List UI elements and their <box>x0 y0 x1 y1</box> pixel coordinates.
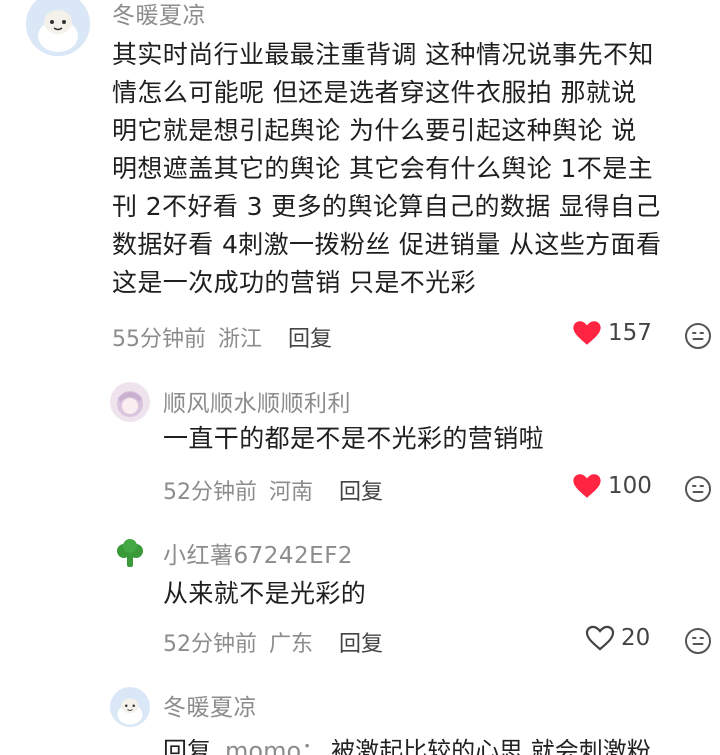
avatar-image-icon <box>26 0 90 56</box>
heart-outline-icon <box>585 625 615 651</box>
reply-location: 广东 <box>269 632 314 657</box>
reply-body: 被激起比较的心思 就会刺激粉 <box>331 737 651 755</box>
emoji-react-button[interactable] <box>684 322 712 350</box>
emoji-react-button[interactable] <box>684 627 712 655</box>
reply-username[interactable]: 小红薯67242EF2 <box>163 536 353 570</box>
reply-button[interactable]: 回复 <box>339 626 383 658</box>
reply-username[interactable]: 冬暖夏凉 <box>163 688 257 722</box>
comment-meta: 55分钟前 浙江 回复 <box>112 321 332 353</box>
reply-username[interactable]: 顺风顺水顺顺利利 <box>163 384 351 418</box>
reply-button[interactable]: 回复 <box>339 474 383 506</box>
like-count: 20 <box>621 625 651 651</box>
avatar-image-icon <box>110 382 150 422</box>
avatar[interactable] <box>110 687 150 727</box>
comment-username[interactable]: 冬暖夏凉 <box>112 0 206 30</box>
reply-location: 河南 <box>269 480 314 505</box>
reply-prefix: 回复 <box>163 737 211 755</box>
avatar-image-icon <box>110 687 150 727</box>
like-count: 100 <box>608 473 652 499</box>
like-button[interactable]: 157 <box>572 320 652 346</box>
comment-location: 浙江 <box>218 327 263 352</box>
broccoli-avatar-icon <box>112 537 148 573</box>
comment-text: 其实时尚行业最最注重背调 这种情况说事先不知 情怎么可能呢 但还是选者穿这件衣服… <box>112 40 662 297</box>
avatar[interactable] <box>26 0 90 56</box>
like-count: 157 <box>608 320 652 346</box>
reply-text: 回复 momo： 被激起比较的心思 就会刺激粉 <box>163 731 651 755</box>
reply-time: 52分钟前 <box>163 632 257 657</box>
reply-to-user[interactable]: momo： <box>225 737 325 755</box>
reply-meta: 52分钟前 广东 回复 <box>163 626 383 658</box>
reply-time: 52分钟前 <box>163 480 257 505</box>
avatar[interactable] <box>110 382 150 422</box>
like-button[interactable]: 100 <box>572 473 652 499</box>
avatar[interactable] <box>112 537 148 573</box>
heart-filled-icon <box>573 321 601 345</box>
smiley-icon <box>685 323 711 349</box>
heart-filled-icon <box>573 474 601 498</box>
reply-meta: 52分钟前 河南 回复 <box>163 474 383 506</box>
like-button[interactable]: 20 <box>585 625 650 651</box>
emoji-react-button[interactable] <box>684 475 712 503</box>
smiley-icon <box>685 476 711 502</box>
reply-button[interactable]: 回复 <box>288 321 332 353</box>
reply-text: 从来就不是光彩的 <box>163 579 367 608</box>
smiley-icon <box>685 628 711 654</box>
comment-time: 55分钟前 <box>112 327 206 352</box>
reply-text: 一直干的都是不是不光彩的营销啦 <box>163 424 545 453</box>
